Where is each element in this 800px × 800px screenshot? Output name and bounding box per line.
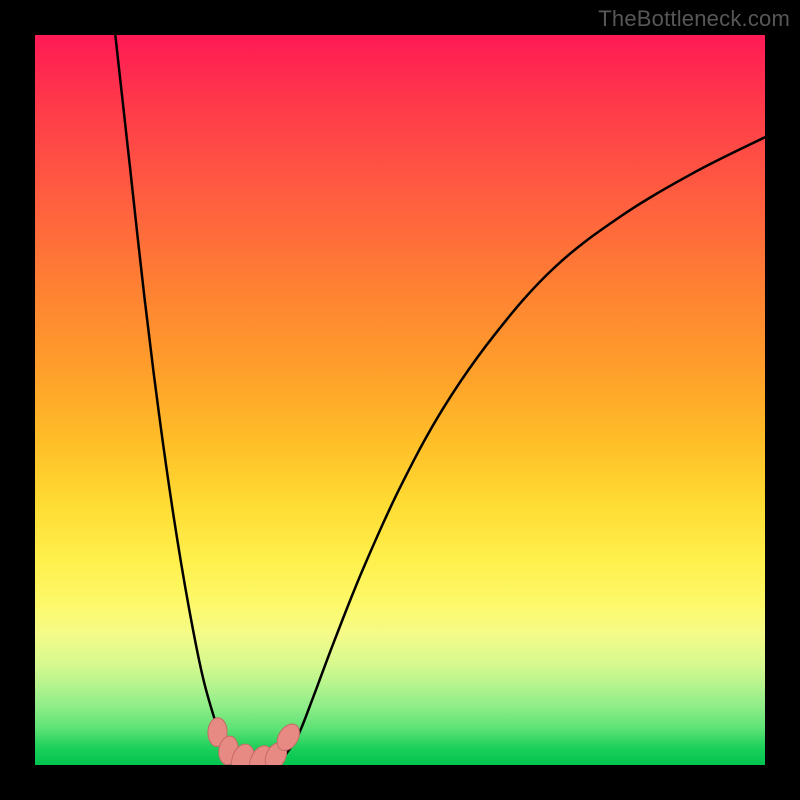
watermark-text: TheBottleneck.com xyxy=(598,6,790,32)
marker-group xyxy=(207,717,304,765)
curve-layer xyxy=(35,35,765,765)
series-group xyxy=(115,35,765,765)
plot-area xyxy=(35,35,765,765)
chart-frame: TheBottleneck.com xyxy=(0,0,800,800)
bottleneck-curve xyxy=(115,35,765,765)
